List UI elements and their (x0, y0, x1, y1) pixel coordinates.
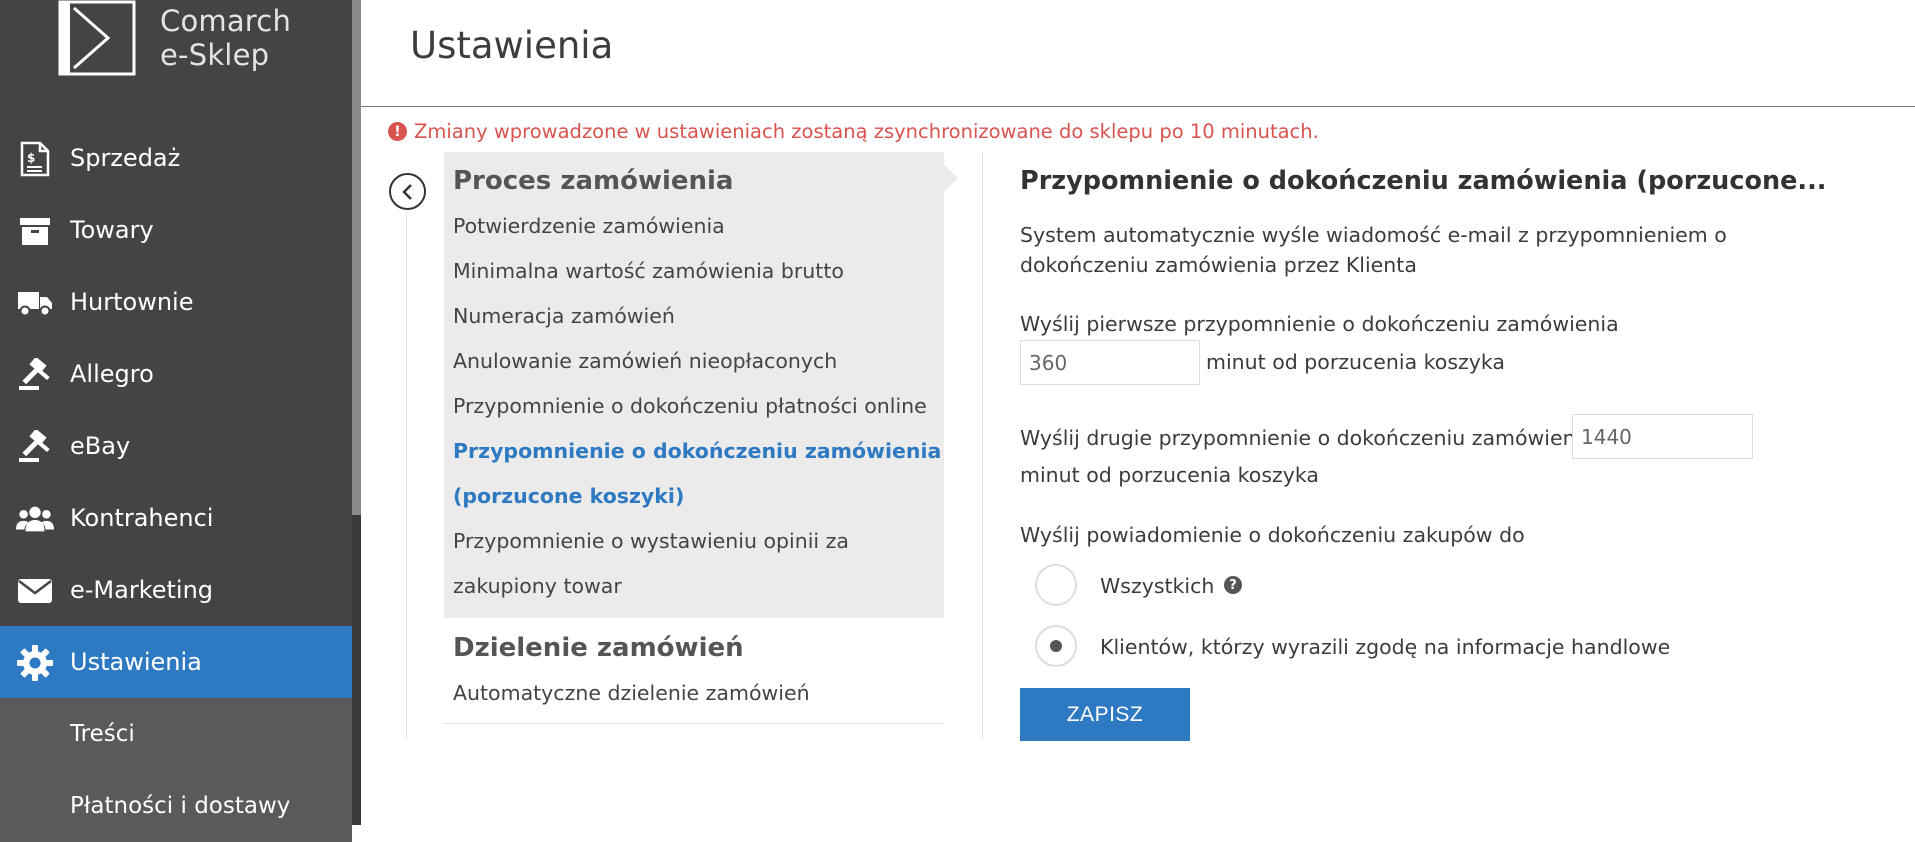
menu-link-potwierdzenie[interactable]: Potwierdzenie zamówienia (453, 214, 725, 238)
radio-consent[interactable] (1035, 625, 1077, 667)
exclamation-icon: ! (388, 122, 407, 141)
second-reminder-label: Wyślij drugie przypomnienie o dokończeni… (1020, 426, 1594, 450)
divider (982, 152, 983, 740)
svg-text:$: $ (27, 151, 35, 165)
sidebar: Comarch e-Sklep $ Sprzedaż Towary Hurtow… (0, 0, 361, 842)
divider (444, 723, 944, 724)
divider (406, 212, 407, 740)
question-icon[interactable]: ? (1224, 576, 1242, 594)
notify-label: Wyślij powiadomienie o dokończeniu zakup… (1020, 523, 1525, 547)
menu-link-minimalna-wartosc[interactable]: Minimalna wartość zamówienia brutto (453, 259, 844, 283)
first-reminder-label: Wyślij pierwsze przypomnienie o dokończe… (1020, 312, 1619, 336)
sidebar-scrollbar-thumb[interactable] (352, 0, 361, 515)
menu-link-porzucone-koszyki-line2[interactable]: (porzucone koszyki) (453, 484, 684, 508)
first-reminder-suffix: minut od porzucenia koszyka (1206, 350, 1505, 374)
document-dollar-icon: $ (16, 140, 54, 178)
sidebar-item-hurtownie[interactable]: Hurtownie (0, 266, 352, 338)
first-reminder-input[interactable] (1020, 340, 1200, 385)
brand-name-line1: Comarch (160, 4, 292, 38)
sidebar-item-label: Ustawienia (70, 648, 202, 676)
users-icon (16, 500, 54, 538)
radio-all-label: Wszystkich (1100, 574, 1215, 598)
page-title: Ustawienia (410, 24, 614, 67)
sidebar-subitem-label: Płatności i dostawy (70, 793, 291, 819)
sidebar-subitem-tresci[interactable]: Treści (0, 698, 352, 770)
menu-heading-dzielenie-zamowien: Dzielenie zamówień (453, 633, 744, 663)
menu-link-anulowanie[interactable]: Anulowanie zamówień nieopłaconych (453, 349, 837, 373)
brand-name-line2: e-Sklep (160, 38, 270, 72)
second-reminder-input[interactable] (1572, 414, 1753, 459)
gear-icon (16, 644, 54, 682)
logo[interactable]: Comarch e-Sklep (58, 0, 348, 78)
chevron-left-icon (401, 183, 412, 200)
truck-icon (16, 284, 54, 322)
sidebar-item-allegro[interactable]: Allegro (0, 338, 352, 410)
menu-pointer-arrow (944, 164, 958, 192)
sidebar-item-label: eBay (70, 432, 131, 460)
sidebar-item-towary[interactable]: Towary (0, 194, 352, 266)
sidebar-item-ustawienia[interactable]: Ustawienia (0, 626, 352, 698)
menu-heading-proces-zamowienia: Proces zamówienia (453, 166, 734, 196)
gavel-icon (16, 428, 54, 466)
sidebar-item-label: e-Marketing (70, 576, 214, 604)
sidebar-item-label: Allegro (70, 360, 154, 388)
menu-link-automatyczne-dzielenie[interactable]: Automatyczne dzielenie zamówień (453, 681, 810, 705)
detail-description: System automatycznie wyśle wiadomość e-m… (1020, 223, 1727, 277)
title-divider (361, 106, 1915, 107)
sidebar-subitem-platnosci-i-dostawy[interactable]: Płatności i dostawy (0, 770, 352, 842)
menu-link-wystawienie-opinii[interactable]: Przypomnienie o wystawieniu opinii za (453, 529, 849, 553)
second-reminder-suffix: minut od porzucenia koszyka (1020, 463, 1319, 487)
sidebar-item-label: Towary (70, 216, 154, 244)
back-button[interactable] (389, 173, 426, 210)
detail-title: Przypomnienie o dokończeniu zamówienia (… (1020, 166, 1827, 196)
sidebar-item-label: Sprzedaż (70, 144, 181, 172)
save-button[interactable]: ZAPISZ (1020, 688, 1190, 741)
logo-mark-icon (58, 0, 136, 76)
sidebar-item-kontrahenci[interactable]: Kontrahenci (0, 482, 352, 554)
menu-link-porzucone-koszyki[interactable]: Przypomnienie o dokończeniu zamówienia (453, 439, 941, 463)
menu-link-przypomnienie-platnosci[interactable]: Przypomnienie o dokończeniu płatności on… (453, 394, 927, 418)
sidebar-item-sprzedaz[interactable]: $ Sprzedaż (0, 122, 352, 194)
menu-link-numeracja[interactable]: Numeracja zamówień (453, 304, 675, 328)
sidebar-subitem-label: Treści (70, 721, 135, 747)
envelope-icon (16, 572, 54, 610)
sidebar-item-e-marketing[interactable]: e-Marketing (0, 554, 352, 626)
alert-text: Zmiany wprowadzone w ustawieniach zostan… (414, 120, 1319, 143)
sync-alert: ! Zmiany wprowadzone w ustawieniach zost… (388, 120, 1319, 143)
menu-link-wystawienie-opinii-line2[interactable]: zakupiony towar (453, 574, 622, 598)
gavel-icon (16, 356, 54, 394)
sidebar-item-label: Kontrahenci (70, 504, 214, 532)
logo-text: Comarch e-Sklep (160, 4, 291, 72)
archive-box-icon (16, 212, 54, 250)
sidebar-item-label: Hurtownie (70, 288, 194, 316)
radio-consent-label: Klientów, którzy wyrazili zgodę na infor… (1100, 635, 1671, 659)
radio-all[interactable] (1035, 564, 1077, 606)
sidebar-item-ebay[interactable]: eBay (0, 410, 352, 482)
